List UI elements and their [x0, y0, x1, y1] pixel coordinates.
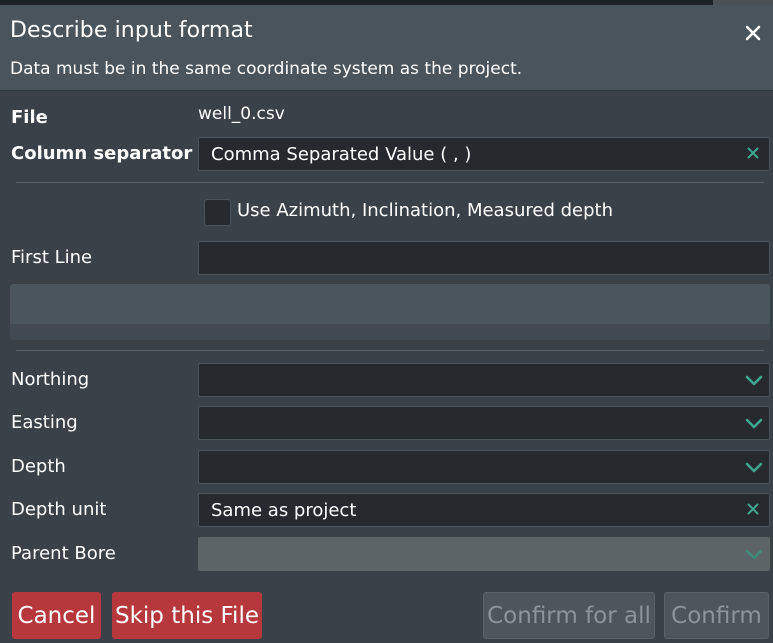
- dialog-subtitle: Data must be in the same coordinate syst…: [10, 59, 523, 79]
- column-separator-select[interactable]: Comma Separated Value ( , ): [198, 137, 770, 171]
- clear-x-icon[interactable]: [745, 145, 761, 161]
- preview-scrollbar[interactable]: [10, 324, 770, 340]
- first-line-label: First Line: [11, 247, 93, 268]
- column-separator-value: Comma Separated Value ( , ): [211, 144, 472, 165]
- northing-label: Northing: [11, 369, 90, 390]
- confirm-button[interactable]: Confirm: [664, 592, 769, 639]
- confirm-for-all-button[interactable]: Confirm for all: [483, 592, 655, 639]
- northing-select[interactable]: [198, 363, 770, 397]
- easting-select[interactable]: [198, 406, 770, 440]
- chevron-down-icon[interactable]: [745, 373, 763, 387]
- file-name-value: well_0.csv: [198, 104, 285, 124]
- parent-bore-label: Parent Bore: [11, 543, 116, 564]
- skip-file-button[interactable]: Skip this File: [112, 592, 262, 639]
- first-line-input[interactable]: [198, 241, 770, 275]
- dialog-header: Describe input format Data must be in th…: [0, 5, 773, 91]
- section-divider: [16, 182, 764, 183]
- depth-label: Depth: [11, 456, 66, 477]
- azimuth-checkbox-label: Use Azimuth, Inclination, Measured depth: [237, 200, 613, 221]
- depth-unit-label: Depth unit: [11, 499, 107, 520]
- depth-select[interactable]: [198, 450, 770, 484]
- data-preview-panel: [10, 284, 770, 340]
- depth-unit-select[interactable]: Same as project: [198, 493, 770, 527]
- depth-unit-value: Same as project: [211, 500, 357, 521]
- dialog-title: Describe input format: [10, 18, 253, 43]
- chevron-down-icon[interactable]: [745, 416, 763, 430]
- chevron-down-icon: [745, 547, 763, 561]
- cancel-button[interactable]: Cancel: [12, 592, 101, 639]
- close-icon[interactable]: [742, 22, 764, 44]
- chevron-down-icon[interactable]: [745, 460, 763, 474]
- section-divider: [16, 350, 764, 351]
- easting-label: Easting: [11, 412, 78, 433]
- parent-bore-select: [198, 537, 770, 571]
- clear-x-icon[interactable]: [745, 501, 761, 517]
- file-label: File: [11, 107, 48, 128]
- azimuth-checkbox[interactable]: [204, 199, 231, 226]
- column-separator-label: Column separator: [11, 143, 193, 164]
